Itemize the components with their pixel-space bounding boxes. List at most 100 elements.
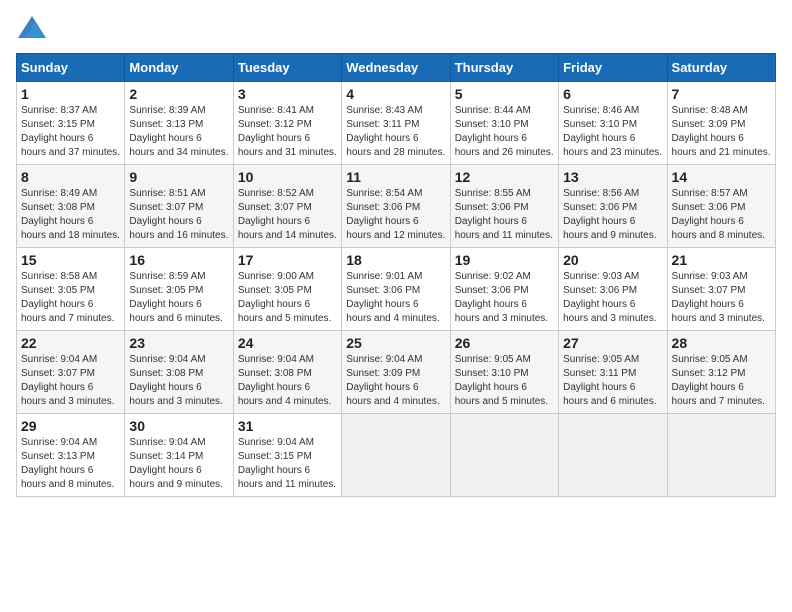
- day-info: Sunrise: 9:04 AM Sunset: 3:08 PM Dayligh…: [129, 353, 228, 409]
- calendar-day-cell: 4 Sunrise: 8:43 AM Sunset: 3:11 PM Dayli…: [342, 82, 450, 165]
- calendar-day-cell: [342, 414, 450, 497]
- day-number: 22: [21, 335, 120, 351]
- day-number: 14: [672, 169, 771, 185]
- day-info: Sunrise: 8:55 AM Sunset: 3:06 PM Dayligh…: [455, 187, 554, 243]
- weekday-header-friday: Friday: [559, 54, 667, 82]
- day-number: 9: [129, 169, 228, 185]
- calendar-day-cell: [559, 414, 667, 497]
- day-number: 26: [455, 335, 554, 351]
- calendar-day-cell: 1 Sunrise: 8:37 AM Sunset: 3:15 PM Dayli…: [17, 82, 125, 165]
- calendar-day-cell: 14 Sunrise: 8:57 AM Sunset: 3:06 PM Dayl…: [667, 165, 775, 248]
- day-info: Sunrise: 9:04 AM Sunset: 3:08 PM Dayligh…: [238, 353, 337, 409]
- weekday-header-row: SundayMondayTuesdayWednesdayThursdayFrid…: [17, 54, 776, 82]
- day-number: 12: [455, 169, 554, 185]
- day-info: Sunrise: 8:49 AM Sunset: 3:08 PM Dayligh…: [21, 187, 120, 243]
- calendar-day-cell: 12 Sunrise: 8:55 AM Sunset: 3:06 PM Dayl…: [450, 165, 558, 248]
- calendar-day-cell: 25 Sunrise: 9:04 AM Sunset: 3:09 PM Dayl…: [342, 331, 450, 414]
- day-info: Sunrise: 9:05 AM Sunset: 3:11 PM Dayligh…: [563, 353, 662, 409]
- day-info: Sunrise: 8:37 AM Sunset: 3:15 PM Dayligh…: [21, 104, 120, 160]
- day-number: 18: [346, 252, 445, 268]
- calendar-day-cell: 24 Sunrise: 9:04 AM Sunset: 3:08 PM Dayl…: [233, 331, 341, 414]
- day-info: Sunrise: 8:54 AM Sunset: 3:06 PM Dayligh…: [346, 187, 445, 243]
- weekday-header-sunday: Sunday: [17, 54, 125, 82]
- day-info: Sunrise: 9:01 AM Sunset: 3:06 PM Dayligh…: [346, 270, 445, 326]
- day-number: 25: [346, 335, 445, 351]
- day-number: 5: [455, 86, 554, 102]
- weekday-header-monday: Monday: [125, 54, 233, 82]
- day-number: 24: [238, 335, 337, 351]
- calendar-day-cell: 26 Sunrise: 9:05 AM Sunset: 3:10 PM Dayl…: [450, 331, 558, 414]
- day-number: 4: [346, 86, 445, 102]
- day-number: 11: [346, 169, 445, 185]
- day-number: 30: [129, 418, 228, 434]
- calendar-day-cell: 8 Sunrise: 8:49 AM Sunset: 3:08 PM Dayli…: [17, 165, 125, 248]
- calendar-week-1: 1 Sunrise: 8:37 AM Sunset: 3:15 PM Dayli…: [17, 82, 776, 165]
- calendar-body: 1 Sunrise: 8:37 AM Sunset: 3:15 PM Dayli…: [17, 82, 776, 497]
- day-number: 28: [672, 335, 771, 351]
- day-info: Sunrise: 9:04 AM Sunset: 3:13 PM Dayligh…: [21, 436, 120, 492]
- calendar-day-cell: 7 Sunrise: 8:48 AM Sunset: 3:09 PM Dayli…: [667, 82, 775, 165]
- day-number: 2: [129, 86, 228, 102]
- calendar-day-cell: 23 Sunrise: 9:04 AM Sunset: 3:08 PM Dayl…: [125, 331, 233, 414]
- day-number: 8: [21, 169, 120, 185]
- calendar-day-cell: 5 Sunrise: 8:44 AM Sunset: 3:10 PM Dayli…: [450, 82, 558, 165]
- calendar-day-cell: 30 Sunrise: 9:04 AM Sunset: 3:14 PM Dayl…: [125, 414, 233, 497]
- calendar-day-cell: 28 Sunrise: 9:05 AM Sunset: 3:12 PM Dayl…: [667, 331, 775, 414]
- calendar-day-cell: 11 Sunrise: 8:54 AM Sunset: 3:06 PM Dayl…: [342, 165, 450, 248]
- day-info: Sunrise: 8:46 AM Sunset: 3:10 PM Dayligh…: [563, 104, 662, 160]
- day-info: Sunrise: 8:59 AM Sunset: 3:05 PM Dayligh…: [129, 270, 228, 326]
- day-info: Sunrise: 9:03 AM Sunset: 3:07 PM Dayligh…: [672, 270, 771, 326]
- day-number: 15: [21, 252, 120, 268]
- weekday-header-saturday: Saturday: [667, 54, 775, 82]
- day-number: 29: [21, 418, 120, 434]
- calendar-day-cell: [450, 414, 558, 497]
- day-info: Sunrise: 9:04 AM Sunset: 3:09 PM Dayligh…: [346, 353, 445, 409]
- calendar-day-cell: 3 Sunrise: 8:41 AM Sunset: 3:12 PM Dayli…: [233, 82, 341, 165]
- calendar-week-4: 22 Sunrise: 9:04 AM Sunset: 3:07 PM Dayl…: [17, 331, 776, 414]
- day-number: 16: [129, 252, 228, 268]
- day-number: 31: [238, 418, 337, 434]
- day-info: Sunrise: 8:58 AM Sunset: 3:05 PM Dayligh…: [21, 270, 120, 326]
- calendar-day-cell: 29 Sunrise: 9:04 AM Sunset: 3:13 PM Dayl…: [17, 414, 125, 497]
- day-info: Sunrise: 9:04 AM Sunset: 3:07 PM Dayligh…: [21, 353, 120, 409]
- day-info: Sunrise: 9:05 AM Sunset: 3:12 PM Dayligh…: [672, 353, 771, 409]
- calendar-day-cell: 21 Sunrise: 9:03 AM Sunset: 3:07 PM Dayl…: [667, 248, 775, 331]
- day-info: Sunrise: 8:51 AM Sunset: 3:07 PM Dayligh…: [129, 187, 228, 243]
- calendar-day-cell: [667, 414, 775, 497]
- calendar-day-cell: 17 Sunrise: 9:00 AM Sunset: 3:05 PM Dayl…: [233, 248, 341, 331]
- weekday-header-wednesday: Wednesday: [342, 54, 450, 82]
- day-info: Sunrise: 8:52 AM Sunset: 3:07 PM Dayligh…: [238, 187, 337, 243]
- calendar-day-cell: 20 Sunrise: 9:03 AM Sunset: 3:06 PM Dayl…: [559, 248, 667, 331]
- weekday-header-tuesday: Tuesday: [233, 54, 341, 82]
- day-info: Sunrise: 8:41 AM Sunset: 3:12 PM Dayligh…: [238, 104, 337, 160]
- day-number: 27: [563, 335, 662, 351]
- day-number: 21: [672, 252, 771, 268]
- day-info: Sunrise: 8:57 AM Sunset: 3:06 PM Dayligh…: [672, 187, 771, 243]
- calendar-day-cell: 22 Sunrise: 9:04 AM Sunset: 3:07 PM Dayl…: [17, 331, 125, 414]
- day-info: Sunrise: 9:02 AM Sunset: 3:06 PM Dayligh…: [455, 270, 554, 326]
- day-info: Sunrise: 8:56 AM Sunset: 3:06 PM Dayligh…: [563, 187, 662, 243]
- calendar-header: SundayMondayTuesdayWednesdayThursdayFrid…: [17, 54, 776, 82]
- day-number: 10: [238, 169, 337, 185]
- calendar-day-cell: 10 Sunrise: 8:52 AM Sunset: 3:07 PM Dayl…: [233, 165, 341, 248]
- day-number: 23: [129, 335, 228, 351]
- day-info: Sunrise: 8:39 AM Sunset: 3:13 PM Dayligh…: [129, 104, 228, 160]
- day-info: Sunrise: 9:00 AM Sunset: 3:05 PM Dayligh…: [238, 270, 337, 326]
- day-number: 7: [672, 86, 771, 102]
- day-number: 6: [563, 86, 662, 102]
- calendar-day-cell: 6 Sunrise: 8:46 AM Sunset: 3:10 PM Dayli…: [559, 82, 667, 165]
- day-info: Sunrise: 9:03 AM Sunset: 3:06 PM Dayligh…: [563, 270, 662, 326]
- calendar-week-3: 15 Sunrise: 8:58 AM Sunset: 3:05 PM Dayl…: [17, 248, 776, 331]
- day-info: Sunrise: 8:48 AM Sunset: 3:09 PM Dayligh…: [672, 104, 771, 160]
- day-number: 17: [238, 252, 337, 268]
- day-info: Sunrise: 9:05 AM Sunset: 3:10 PM Dayligh…: [455, 353, 554, 409]
- calendar-day-cell: 9 Sunrise: 8:51 AM Sunset: 3:07 PM Dayli…: [125, 165, 233, 248]
- day-number: 13: [563, 169, 662, 185]
- logo: [16, 16, 46, 43]
- calendar-day-cell: 16 Sunrise: 8:59 AM Sunset: 3:05 PM Dayl…: [125, 248, 233, 331]
- calendar-day-cell: 18 Sunrise: 9:01 AM Sunset: 3:06 PM Dayl…: [342, 248, 450, 331]
- calendar-week-5: 29 Sunrise: 9:04 AM Sunset: 3:13 PM Dayl…: [17, 414, 776, 497]
- day-number: 20: [563, 252, 662, 268]
- day-number: 1: [21, 86, 120, 102]
- calendar-day-cell: 31 Sunrise: 9:04 AM Sunset: 3:15 PM Dayl…: [233, 414, 341, 497]
